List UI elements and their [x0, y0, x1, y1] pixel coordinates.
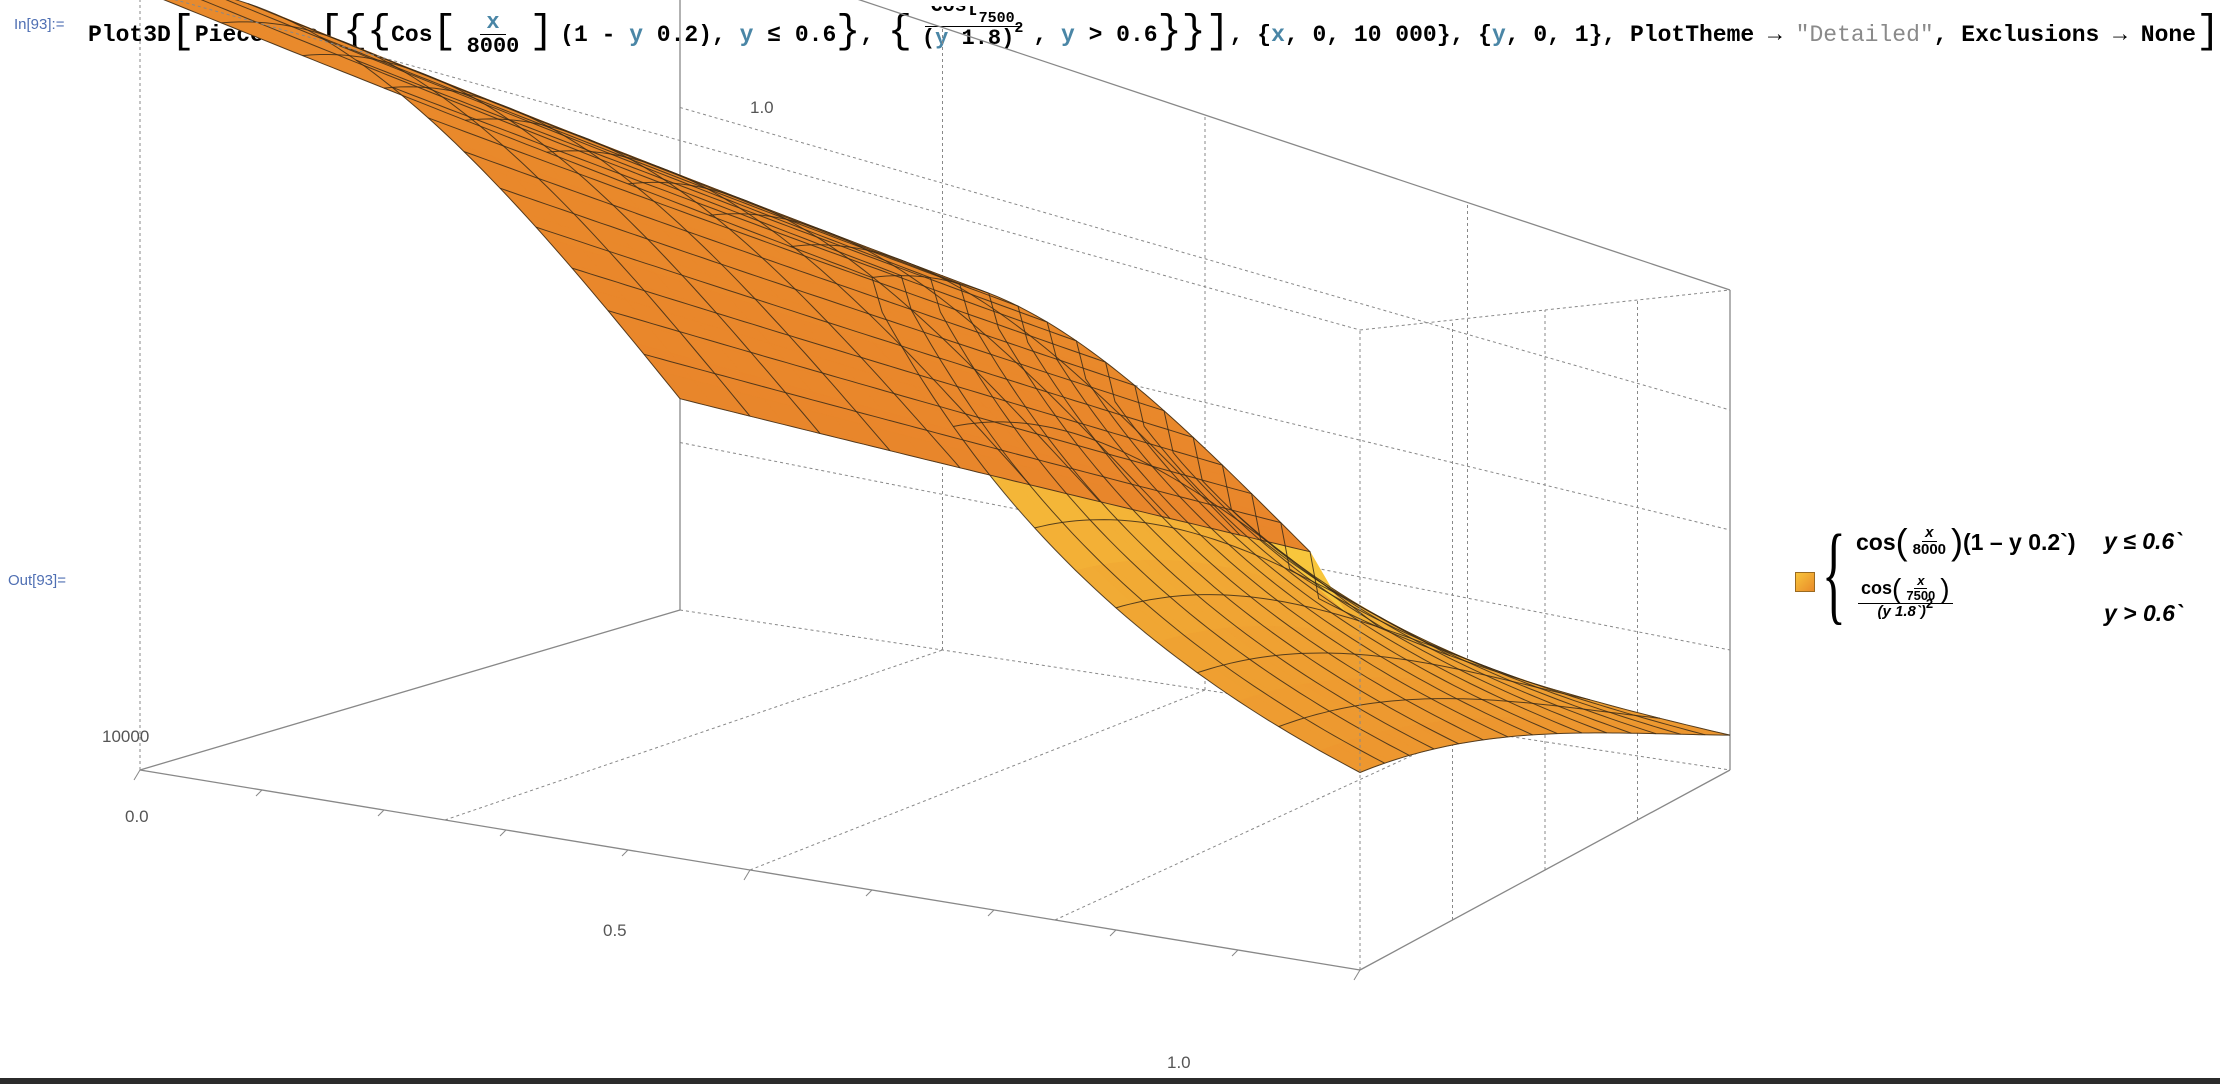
- legend-row-1: cos ( x 8000 ) (1 – y 0.2`): [1856, 521, 2076, 562]
- y-tick-label-1: 1.0: [1167, 1053, 1191, 1072]
- tick-mark: [255, 789, 263, 797]
- tick-mark: [865, 889, 873, 897]
- legend-swatch: [1795, 572, 1815, 592]
- x-tick-label: 10000: [102, 727, 149, 746]
- grid-line: [749, 689, 1206, 871]
- surface-mesh: [163, 0, 1731, 773]
- tick-mark: [621, 849, 629, 857]
- tick-mark: [499, 829, 507, 837]
- tick-mark: [133, 769, 141, 781]
- legend-row-2: cos ( x 7500 ) (y 1.8`)2: [1856, 574, 1955, 621]
- tick-mark: [987, 909, 995, 917]
- window-bottom-edge: [0, 1078, 2220, 1084]
- y-tick-label-05: 0.5: [603, 921, 627, 940]
- legend-condition-2: y > 0.6`: [2104, 600, 2183, 626]
- box-edge: [1359, 769, 1731, 971]
- tick-mark: [1109, 929, 1117, 937]
- z-tick-label: 1.0: [750, 98, 774, 117]
- bounding-box-front: [133, 0, 1731, 981]
- tick-mark: [743, 869, 751, 881]
- legend-condition-1: y ≤ 0.6`: [2104, 528, 2182, 554]
- tick-mark: [1231, 949, 1239, 957]
- legend-brace: {: [1822, 512, 1846, 634]
- grid-line: [444, 649, 943, 821]
- y-tick-label-0: 0.0: [125, 807, 149, 826]
- box-edge: [139, 609, 681, 771]
- tick-mark: [377, 809, 385, 817]
- tick-mark: [1353, 969, 1361, 981]
- grid-line: [1054, 729, 1468, 921]
